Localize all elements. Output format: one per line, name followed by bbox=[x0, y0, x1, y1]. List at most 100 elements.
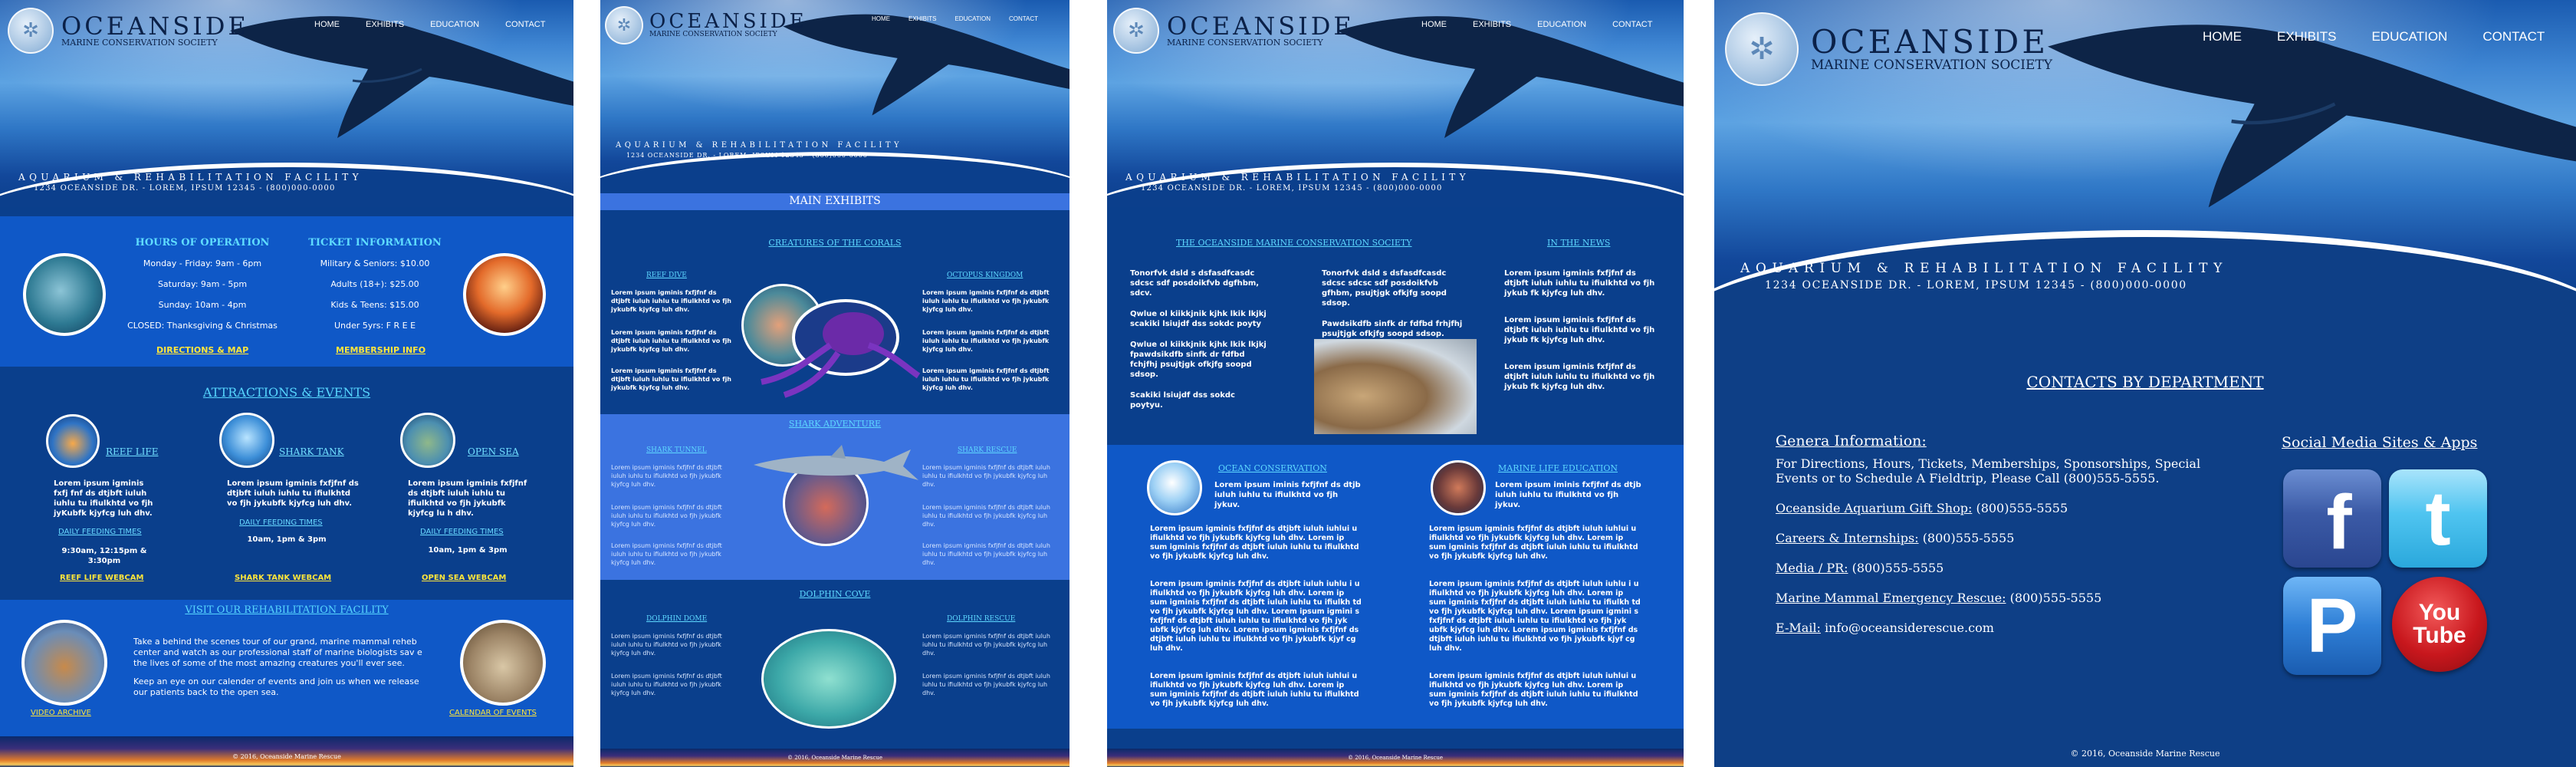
logo-icon[interactable]: ✲ bbox=[1113, 8, 1159, 54]
pinterest-icon[interactable]: P bbox=[2283, 577, 2381, 675]
dolphin-dome-title[interactable]: DOLPHIN DOME bbox=[646, 615, 707, 623]
logo-name: OCEANSIDE bbox=[649, 10, 807, 34]
shark-image bbox=[754, 445, 918, 480]
contact-value[interactable]: (800)555-5555 bbox=[1923, 531, 2015, 545]
tagline: AQUARIUM & REHABILITATION FACILITY bbox=[1125, 172, 1470, 183]
contact-row: Oceanside Aquarium Gift Shop: (800)555-5… bbox=[1776, 501, 2205, 515]
marine-life-title[interactable]: MARINE LIFE EDUCATION bbox=[1498, 463, 1618, 473]
attractions-title: ATTRACTIONS & EVENTS bbox=[202, 385, 371, 400]
nav-contact[interactable]: CONTACT bbox=[2482, 29, 2545, 44]
header-banner: ✲ OCEANSIDE MARINE CONSERVATION SOCIETY … bbox=[1107, 0, 1684, 207]
open-sea-webcam-link[interactable]: OPEN SEA WEBCAM bbox=[422, 574, 506, 582]
news-item: Lorem ipsum igminis fxfjfnf ds dtjbft iu… bbox=[1504, 363, 1655, 391]
ocean-intro: Lorem ipsum iminis fxfjfnf ds dtjb iuluh… bbox=[1214, 481, 1361, 509]
shark-tank-text: Lorem ipsum igminis fxfjfnf ds dtjbft iu… bbox=[227, 479, 359, 508]
footer-text: © 2016, Oceanside Marine Rescue bbox=[787, 755, 883, 761]
nav-exhibits[interactable]: EXHIBITS bbox=[1473, 20, 1511, 29]
shark-webcam-link[interactable]: SHARK TANK WEBCAM bbox=[235, 574, 331, 582]
nav-exhibits[interactable]: EXHIBITS bbox=[366, 20, 404, 29]
society-column-1: Tonorfvk dsld s dsfasdfcasdc sdcsc sdf p… bbox=[1130, 268, 1268, 410]
nav-education[interactable]: EDUCATION bbox=[430, 20, 479, 29]
video-archive-link[interactable]: VIDEO ARCHIVE bbox=[31, 709, 91, 717]
pinterest-glyph: P bbox=[2306, 582, 2358, 669]
open-sea-title[interactable]: OPEN SEA bbox=[468, 446, 519, 457]
news-title[interactable]: IN THE NEWS bbox=[1547, 238, 1610, 248]
dolphin-photo bbox=[761, 629, 896, 729]
marine-intro: Lorem ipsum iminis fxfjfnf ds dtjb iuluh… bbox=[1495, 481, 1641, 509]
contacts-title: CONTACTS BY DEPARTMENT bbox=[2026, 373, 2264, 391]
footer-text: © 2016, Oceanside Marine Rescue bbox=[2070, 749, 2220, 759]
calendar-link[interactable]: CALENDAR OF EVENTS bbox=[449, 709, 537, 717]
nav-contact[interactable]: CONTACT bbox=[1612, 20, 1652, 29]
twitter-icon[interactable]: t bbox=[2389, 469, 2487, 568]
sea-turtle-photo bbox=[400, 413, 455, 468]
facebook-icon[interactable]: f bbox=[2283, 469, 2381, 568]
contact-row: E-Mail: info@oceansiderescue.com bbox=[1776, 621, 2205, 635]
address: 1234 OCEANSIDE DR. - LOREM, IPSUM 12345 … bbox=[626, 152, 868, 159]
main-nav: HOME EXHIBITS EDUCATION CONTACT bbox=[1421, 20, 1652, 29]
octopus-title[interactable]: OCTOPUS KINGDOM bbox=[947, 272, 1023, 279]
facebook-glyph: f bbox=[2326, 479, 2352, 565]
society-text: Pawdsikdfb sinfk dr fdfbd frhjfhj psujtj… bbox=[1322, 320, 1463, 338]
logo-subtitle: MARINE CONSERVATION SOCIETY bbox=[1811, 57, 2052, 73]
logo-name: OCEANSIDE bbox=[1811, 22, 2049, 61]
open-sea-feeding-times: 10am, 1pm & 3pm bbox=[428, 546, 508, 555]
nav-contact[interactable]: CONTACT bbox=[1009, 15, 1038, 22]
contact-list: Genera Information: For Directions, Hour… bbox=[1776, 434, 2205, 636]
contact-value[interactable]: (800)555-5555 bbox=[1976, 501, 2068, 515]
shark-adventure-title[interactable]: SHARK ADVENTURE bbox=[600, 419, 1070, 429]
reef-dive-text: Lorem ipsum igminis fxfjfnf ds dtjbft iu… bbox=[611, 289, 731, 313]
membership-link[interactable]: MEMBERSHIP INFO bbox=[336, 345, 426, 355]
dolphin-rescue-title[interactable]: DOLPHIN RESCUE bbox=[947, 615, 1015, 623]
dolphin-cove-title[interactable]: DOLPHIN COVE bbox=[600, 589, 1070, 599]
hours-line: Monday - Friday: 9am - 6pm bbox=[143, 258, 262, 268]
shark-tank-title[interactable]: SHARK TANK bbox=[279, 446, 344, 457]
ticket-line: Military & Seniors: $10.00 bbox=[320, 258, 430, 268]
contact-value[interactable]: (800)555-5555 bbox=[2010, 591, 2102, 605]
tickets-title: TICKET INFORMATION bbox=[308, 237, 442, 249]
nav-home[interactable]: HOME bbox=[872, 15, 890, 22]
news-column: Lorem ipsum igminis fxfjfnf ds dtjbft iu… bbox=[1504, 268, 1658, 392]
dolphin-dome-text: Lorem ipsum igminis fxfjfnf ds dtjbft iu… bbox=[611, 673, 722, 696]
nav-home[interactable]: HOME bbox=[1421, 20, 1447, 29]
nav-education[interactable]: EDUCATION bbox=[955, 15, 991, 22]
nav-home[interactable]: HOME bbox=[314, 20, 340, 29]
marine-paragraph: Lorem ipsum igminis fxfjfnf ds dtjbft iu… bbox=[1429, 580, 1641, 653]
visit-title[interactable]: VISIT OUR REHABILITATION FACILITY bbox=[0, 604, 573, 616]
dolphin-rescue-text: Lorem ipsum igminis fxfjfnf ds dtjbft iu… bbox=[922, 673, 1050, 696]
society-text: Qwlue ol kiikkjnik kjhk lkik lkjkj scaki… bbox=[1130, 310, 1267, 328]
reef-feeding-times: 9:30am, 12:15pm & 3:30pm bbox=[61, 547, 147, 565]
contact-value[interactable]: (800)555-5555 bbox=[1852, 561, 1944, 575]
logo-icon[interactable]: ✲ bbox=[605, 6, 643, 44]
contact-label: Careers & Internships: bbox=[1776, 531, 1919, 545]
reef-dive-title[interactable]: REEF DIVE bbox=[646, 272, 687, 279]
nav-home[interactable]: HOME bbox=[2203, 29, 2242, 44]
logo-icon[interactable]: ✲ bbox=[8, 8, 54, 54]
nav-contact[interactable]: CONTACT bbox=[505, 20, 545, 29]
nav-exhibits[interactable]: EXHIBITS bbox=[909, 15, 936, 22]
corals-title[interactable]: CREATURES OF THE CORALS bbox=[600, 238, 1070, 248]
directions-link[interactable]: DIRECTIONS & MAP bbox=[156, 345, 248, 355]
society-title[interactable]: THE OCEANSIDE MARINE CONSERVATION SOCIET… bbox=[1176, 238, 1412, 248]
octopus-text: Lorem ipsum igminis fxfjfnf ds dtjbft iu… bbox=[922, 367, 1050, 391]
shark-tunnel-text: Lorem ipsum igminis fxfjfnf ds dtjbft iu… bbox=[611, 542, 722, 566]
dolphin-rescue-text: Lorem ipsum igminis fxfjfnf ds dtjbft iu… bbox=[922, 633, 1050, 657]
header-banner: ✲ OCEANSIDE MARINE CONSERVATION SOCIETY … bbox=[1714, 0, 2576, 307]
shark-feeding-times: 10am, 1pm & 3pm bbox=[247, 535, 327, 544]
email-link[interactable]: info@oceansiderescue.com bbox=[1825, 621, 1994, 635]
ocean-photo bbox=[1147, 460, 1202, 515]
nav-exhibits[interactable]: EXHIBITS bbox=[2277, 29, 2336, 44]
shark-rescue-title[interactable]: SHARK RESCUE bbox=[958, 446, 1017, 454]
logo-icon[interactable]: ✲ bbox=[1725, 12, 1799, 86]
reef-life-title[interactable]: REEF LIFE bbox=[106, 446, 159, 457]
reef-webcam-link[interactable]: REEF LIFE WEBCAM bbox=[60, 574, 143, 582]
shark-tunnel-title[interactable]: SHARK TUNNEL bbox=[646, 446, 707, 454]
youtube-icon[interactable]: You Tube bbox=[2392, 577, 2487, 672]
nav-education[interactable]: EDUCATION bbox=[2371, 29, 2447, 44]
footer-text: © 2016, Oceanside Marine Rescue bbox=[1347, 755, 1444, 761]
hours-line: CLOSED: Thanksgiving & Christmas bbox=[127, 321, 278, 331]
nav-education[interactable]: EDUCATION bbox=[1537, 20, 1586, 29]
ocean-conservation-title[interactable]: OCEAN CONSERVATION bbox=[1218, 463, 1327, 473]
education-page: ✲ OCEANSIDE MARINE CONSERVATION SOCIETY … bbox=[1107, 0, 1684, 767]
ticket-line: Adults (18+): $25.00 bbox=[330, 279, 419, 289]
